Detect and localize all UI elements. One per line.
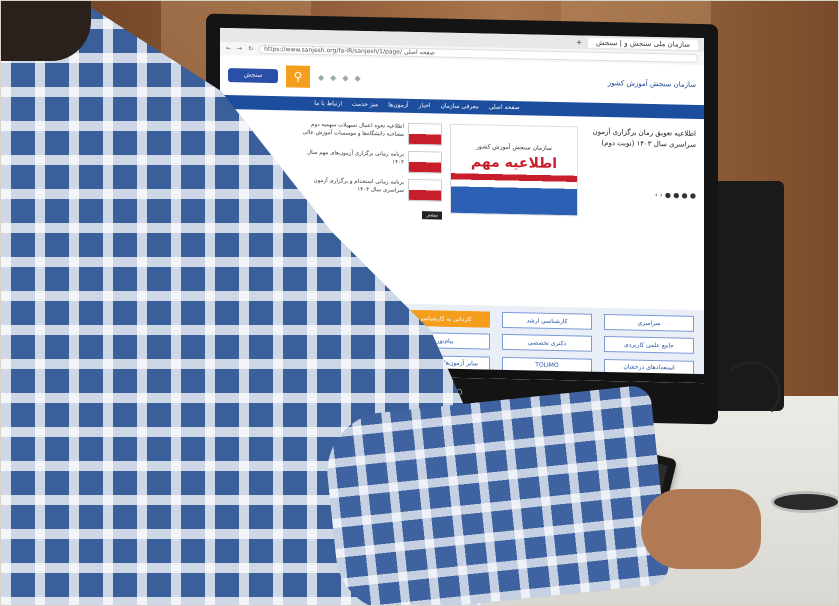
nav-item[interactable]: معرفی سازمان [440, 100, 478, 115]
desk-grommet [771, 491, 838, 513]
reload-icon[interactable]: ↻ [248, 46, 253, 53]
nav-item[interactable]: صفحه اصلی [489, 101, 520, 116]
quick-link[interactable]: دکتری تخصصی [502, 334, 592, 353]
banner-org: سازمان سنجش آموزش کشور [476, 143, 552, 152]
nav-item[interactable]: ارتباط با ما [314, 97, 342, 112]
back-icon[interactable]: ← [226, 45, 231, 52]
news-text: اطلاعیه نحوه اعمال تسهیلات سهمیه دوم مصا… [302, 121, 404, 138]
news-text: برنامه زمانی استخدام و برگزاری آزمون سرا… [313, 177, 404, 194]
nav-item[interactable]: آزمون‌ها [388, 98, 408, 112]
forward-icon[interactable]: → [237, 45, 242, 52]
quick-link[interactable]: جامع علمی کاربردی [604, 336, 694, 355]
link-icon[interactable]: ◆ [330, 73, 336, 82]
quick-link[interactable]: سراسری [604, 313, 694, 332]
nav-item[interactable]: اخبار [419, 99, 431, 113]
site-logo[interactable]: سنجش [228, 68, 278, 84]
slider-dots[interactable]: ● ● ● ● ‹ › [586, 189, 696, 202]
share-icon[interactable]: ◆ [318, 72, 324, 81]
news-thumb: اطلاعیه [408, 122, 442, 146]
more-button[interactable]: بیشتر [422, 211, 442, 220]
search-icon[interactable]: ⚲ [286, 65, 310, 88]
browser-tab[interactable]: سازمان ملی سنجش و | سنجش [587, 37, 698, 50]
news-item[interactable]: اطلاعیه اطلاعیه نحوه اعمال تسهیلات سهمیه… [302, 121, 442, 146]
org-logo[interactable]: سازمان سنجش آموزش کشور [608, 79, 696, 89]
cable [721, 361, 781, 421]
hero-banner[interactable]: سازمان سنجش آموزش کشور اطلاعیه مهم [450, 123, 578, 217]
new-tab-icon[interactable]: + [576, 38, 582, 46]
photo: سازمان ملی سنجش و | سنجش + ← → ↻ https:/… [0, 0, 839, 606]
nav-item[interactable]: میز خدمت [352, 98, 378, 113]
rss-icon[interactable]: ◆ [354, 73, 360, 82]
quick-link[interactable]: کارشناسی ارشد [502, 311, 592, 330]
person-hand [641, 489, 761, 569]
social-icons: ◆ ◆ ◆ ◆ [318, 72, 361, 82]
news-item[interactable]: اطلاعیه مهم برنامه زمانی برگزاری آزمون‌ه… [302, 149, 442, 197]
news-text: برنامه زمانی برگزاری آزمون‌های مهم سال ۱… [307, 149, 404, 166]
news-thumb: اطلاعیه [408, 178, 442, 202]
news-item[interactable]: اطلاعیه برنامه زمانی استخدام و برگزاری آ… [302, 177, 442, 202]
banner-title: اطلاعیه مهم [470, 154, 558, 172]
hero-headline[interactable]: اطلاعیه تعویق زمان برگزاری آزمون سراسری … [586, 127, 696, 151]
news-thumb: اطلاعیه مهم [408, 150, 442, 197]
mail-icon[interactable]: ◆ [342, 73, 348, 82]
person-arm [321, 384, 671, 605]
hero-text: اطلاعیه تعویق زمان برگزاری آزمون سراسری … [586, 127, 696, 244]
